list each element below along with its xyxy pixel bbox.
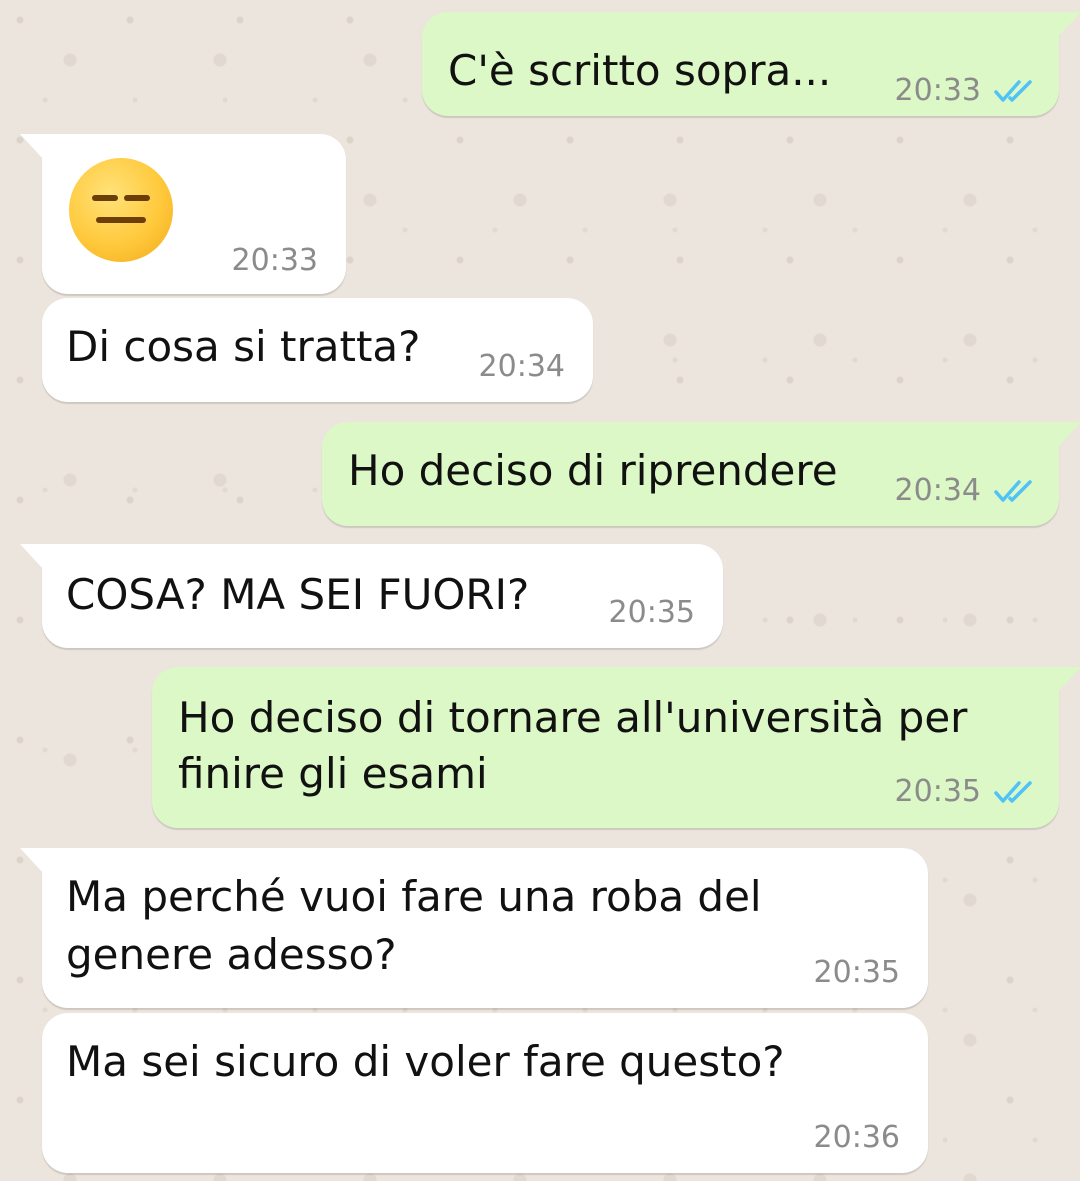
message-bubble-incoming[interactable]: Ma perché vuoi fare una roba del genere …: [20, 848, 928, 1008]
message-text-line-1: Ma perché vuoi fare una roba del: [66, 872, 762, 921]
message-time: 20:35: [813, 955, 900, 990]
chat-area: C'è scritto sopra... 20:33 20:33 Di cosa…: [0, 0, 1080, 1181]
message-text-line-1: Ho deciso di tornare all'università per: [178, 693, 968, 742]
message-bubble-incoming[interactable]: 20:33: [20, 134, 346, 294]
message-text-line-2: finire gli esami: [178, 749, 488, 798]
message-bubble-incoming[interactable]: Di cosa si tratta? 20:34: [42, 298, 593, 402]
expressionless-face-emoji: [69, 158, 173, 262]
message-time: 20:34: [894, 473, 981, 508]
message-time: 20:35: [894, 774, 981, 809]
message-text: Di cosa si tratta?: [66, 322, 421, 371]
message-meta: 20:33: [895, 76, 1037, 106]
message-time: 20:33: [231, 243, 318, 278]
message-text: C'è scritto sopra...: [448, 46, 832, 95]
message-time: 20:35: [608, 595, 695, 630]
message-bubble-outgoing[interactable]: C'è scritto sopra... 20:33: [422, 12, 1080, 116]
message-text: COSA? MA SEI FUORI?: [66, 570, 530, 619]
message-text-line-2: genere adesso?: [66, 930, 397, 979]
message-meta: 20:35: [895, 777, 1037, 807]
message-text: Ho deciso di riprendere: [348, 446, 838, 495]
double-check-icon: [994, 781, 1032, 803]
message-time: 20:34: [478, 349, 565, 384]
message-bubble-incoming[interactable]: Ma sei sicuro di voler fare questo? 20:3…: [42, 1013, 928, 1173]
message-bubble-incoming[interactable]: COSA? MA SEI FUORI? 20:35: [20, 544, 723, 648]
double-check-icon: [994, 80, 1032, 102]
message-meta: 20:34: [895, 476, 1037, 506]
double-check-icon: [994, 480, 1032, 502]
message-time: 20:36: [813, 1120, 900, 1155]
message-time: 20:33: [894, 73, 981, 108]
message-text: Ma sei sicuro di voler fare questo?: [66, 1037, 785, 1086]
message-bubble-outgoing[interactable]: Ho deciso di riprendere 20:34: [322, 422, 1080, 526]
message-bubble-outgoing[interactable]: Ho deciso di tornare all'università per …: [152, 667, 1080, 828]
